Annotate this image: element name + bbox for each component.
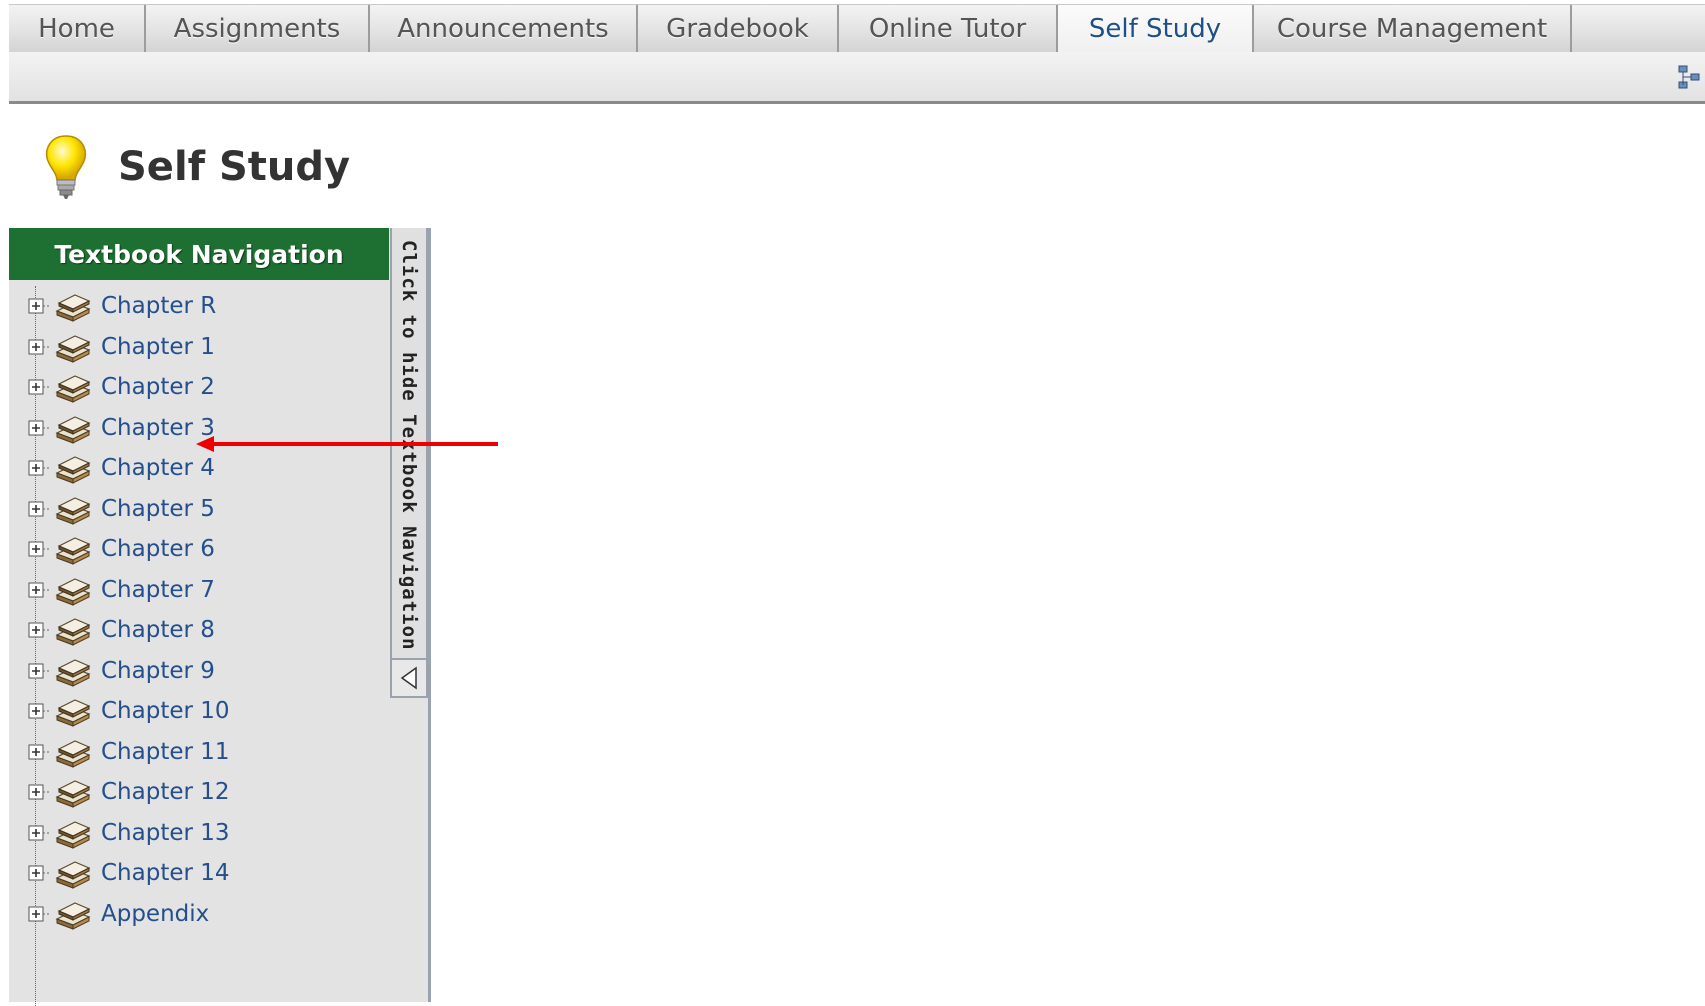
tree-item-label[interactable]: Chapter 7 bbox=[101, 577, 215, 603]
tree-item-label[interactable]: Chapter 1 bbox=[101, 334, 215, 360]
tab-assignments[interactable]: Assignments bbox=[146, 5, 370, 53]
sitemap-icon[interactable] bbox=[1675, 62, 1705, 92]
expand-plus-icon[interactable] bbox=[25, 901, 51, 927]
expand-plus-icon[interactable] bbox=[25, 415, 51, 441]
tree-item-label[interactable]: Chapter 6 bbox=[101, 536, 215, 562]
textbook-navigation-panel: Textbook Navigation Chapter R Chapter 1 Ch… bbox=[9, 228, 431, 1006]
tab-online-tutor[interactable]: Online Tutor bbox=[839, 5, 1058, 53]
book-icon bbox=[53, 654, 93, 688]
expand-plus-icon[interactable] bbox=[25, 374, 51, 400]
expand-plus-icon[interactable] bbox=[25, 617, 51, 643]
tree-item-label[interactable]: Chapter 2 bbox=[101, 374, 215, 400]
tree-item-chapter-8[interactable]: Chapter 8 bbox=[25, 610, 385, 650]
annotation-arrow-icon bbox=[196, 436, 498, 452]
nav-header: Textbook Navigation bbox=[9, 228, 389, 280]
expand-plus-icon[interactable] bbox=[25, 334, 51, 360]
main-tab-bar: Home Assignments Announcements Gradebook Onl… bbox=[9, 4, 1705, 53]
tree-item-chapter-2[interactable]: Chapter 2 bbox=[25, 367, 385, 407]
book-icon bbox=[53, 897, 93, 931]
toolbar-strip bbox=[9, 52, 1705, 104]
book-icon bbox=[53, 613, 93, 647]
tree-item-label[interactable]: Chapter R bbox=[101, 293, 216, 319]
tree-item-chapter-10[interactable]: Chapter 10 bbox=[25, 691, 385, 731]
book-icon bbox=[53, 492, 93, 526]
tree-item-label[interactable]: Chapter 12 bbox=[101, 779, 230, 805]
hide-navigation-toggle[interactable]: Click to hide Textbook Navigation bbox=[390, 228, 428, 698]
collapse-arrow-button[interactable] bbox=[392, 658, 426, 696]
tree-item-chapter-12[interactable]: Chapter 12 bbox=[25, 772, 385, 812]
expand-plus-icon[interactable] bbox=[25, 860, 51, 886]
expand-plus-icon[interactable] bbox=[25, 293, 51, 319]
book-icon bbox=[53, 330, 93, 364]
tree-item-chapter-6[interactable]: Chapter 6 bbox=[25, 529, 385, 569]
tree-item-label[interactable]: Chapter 13 bbox=[101, 820, 230, 846]
tree-item-label[interactable]: Chapter 8 bbox=[101, 617, 215, 643]
book-icon bbox=[53, 775, 93, 809]
expand-plus-icon[interactable] bbox=[25, 779, 51, 805]
book-icon bbox=[53, 370, 93, 404]
tree-item-label[interactable]: Chapter 11 bbox=[101, 739, 230, 765]
lightbulb-icon bbox=[45, 135, 87, 199]
expand-plus-icon[interactable] bbox=[25, 496, 51, 522]
expand-plus-icon[interactable] bbox=[25, 455, 51, 481]
tab-course-management[interactable]: Course Management bbox=[1254, 5, 1572, 53]
tree-item-chapter-9[interactable]: Chapter 9 bbox=[25, 651, 385, 691]
tree-item-label[interactable]: Chapter 14 bbox=[101, 860, 230, 886]
tree-item-chapter-1[interactable]: Chapter 1 bbox=[25, 327, 385, 367]
expand-plus-icon[interactable] bbox=[25, 698, 51, 724]
tree-item-chapter-13[interactable]: Chapter 13 bbox=[25, 813, 385, 853]
tree-item-label[interactable]: Chapter 5 bbox=[101, 496, 215, 522]
tree-item-chapter-4[interactable]: Chapter 4 bbox=[25, 448, 385, 488]
expand-plus-icon[interactable] bbox=[25, 577, 51, 603]
book-icon bbox=[53, 573, 93, 607]
page-title: Self Study bbox=[118, 144, 351, 190]
book-icon bbox=[53, 411, 93, 445]
book-icon bbox=[53, 694, 93, 728]
tree-item-appendix[interactable]: Appendix bbox=[25, 894, 385, 934]
book-icon bbox=[53, 289, 93, 323]
tree-item-chapter-7[interactable]: Chapter 7 bbox=[25, 570, 385, 610]
book-icon bbox=[53, 735, 93, 769]
expand-plus-icon[interactable] bbox=[25, 536, 51, 562]
expand-plus-icon[interactable] bbox=[25, 820, 51, 846]
tree-item-label[interactable]: Chapter 4 bbox=[101, 455, 215, 481]
book-icon bbox=[53, 451, 93, 485]
triangle-left-icon bbox=[400, 666, 417, 690]
tree-item-chapter-r[interactable]: Chapter R bbox=[25, 286, 385, 326]
tree-item-chapter-11[interactable]: Chapter 11 bbox=[25, 732, 385, 772]
book-icon bbox=[53, 532, 93, 566]
tree-item-chapter-5[interactable]: Chapter 5 bbox=[25, 489, 385, 529]
book-icon bbox=[53, 856, 93, 890]
expand-plus-icon[interactable] bbox=[25, 658, 51, 684]
expand-plus-icon[interactable] bbox=[25, 739, 51, 765]
tab-gradebook[interactable]: Gradebook bbox=[638, 5, 839, 53]
tree-item-label[interactable]: Chapter 9 bbox=[101, 658, 215, 684]
tab-self-study[interactable]: Self Study bbox=[1058, 5, 1254, 53]
tree-item-chapter-14[interactable]: Chapter 14 bbox=[25, 853, 385, 893]
tree-item-label[interactable]: Chapter 10 bbox=[101, 698, 230, 724]
tab-announcements[interactable]: Announcements bbox=[370, 5, 638, 53]
tab-home[interactable]: Home bbox=[9, 5, 146, 53]
tree-item-label[interactable]: Appendix bbox=[101, 901, 209, 927]
book-icon bbox=[53, 816, 93, 850]
